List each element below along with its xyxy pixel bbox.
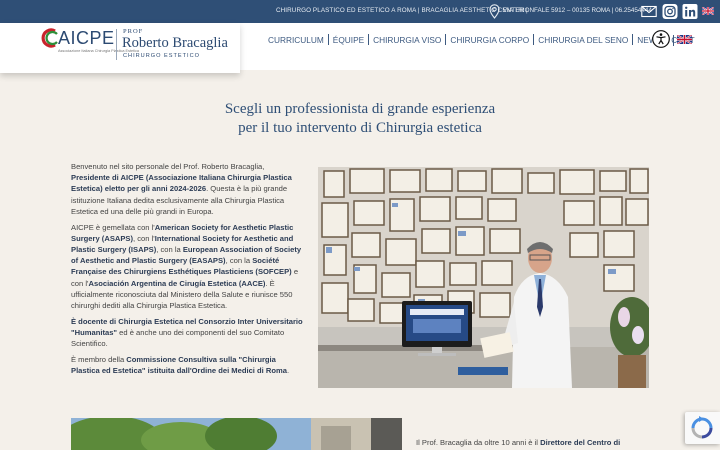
- text-span: Il Prof. Bracaglia da oltre 10 anni è il: [416, 438, 541, 447]
- accessibility-icon[interactable]: [652, 30, 670, 48]
- location-pin-icon: [489, 4, 500, 19]
- intro-paragraph: È membro della Commissione Consultiva su…: [71, 354, 303, 376]
- clinic-exterior-photo: [71, 418, 402, 450]
- nav-separator: [632, 34, 634, 45]
- nav-item-chirurgia-seno[interactable]: CHIRURGIA DEL SENO: [538, 35, 628, 45]
- nav-item-chirurgia-viso[interactable]: CHIRURGIA VISO: [373, 35, 441, 45]
- intro-paragraph: Benvenuto nel sito personale del Prof. R…: [71, 161, 303, 217]
- recaptcha-icon: [691, 416, 713, 439]
- intro-text: Benvenuto nel sito personale del Prof. R…: [71, 161, 303, 381]
- clinic-description-text: Il Prof. Bracaglia da oltre 10 anni è il…: [416, 438, 620, 447]
- nav-separator: [673, 35, 674, 46]
- text-span: .: [286, 365, 290, 375]
- instagram-icon[interactable]: [662, 4, 678, 19]
- logo-name: Roberto Bracaglia: [122, 35, 228, 51]
- logo-brand: AICPE: [58, 28, 115, 48]
- main-nav: CURRICULUM ÉQUIPE CHIRURGIA VISO CHIRURG…: [268, 34, 695, 45]
- nav-separator: [445, 34, 447, 45]
- logo-divider: [116, 29, 117, 60]
- text-strong: Direttore del Centro di: [540, 438, 621, 447]
- top-info-bar: CHIRURGO PLASTICO ED ESTETICO A ROMA | B…: [0, 0, 720, 23]
- nav-separator: [368, 34, 370, 45]
- site-header: AICPE Associazione Italiana Chirurgia Pl…: [0, 23, 720, 73]
- text-span: Benvenuto nel sito personale del Prof. R…: [71, 162, 265, 171]
- page-title-line-1: Scegli un professionista di grande esper…: [224, 101, 496, 117]
- nav-item-chirurgia-corpo[interactable]: CHIRURGIA CORPO: [450, 35, 529, 45]
- linkedin-icon[interactable]: [682, 4, 698, 19]
- text-span: AICPE è gemellata con l': [71, 222, 155, 232]
- text-span: , con l': [133, 233, 155, 243]
- text-span: È membro della: [71, 354, 127, 364]
- intro-paragraph: AICPE è gemellata con l'American Society…: [71, 222, 303, 312]
- recaptcha-badge[interactable]: [685, 412, 720, 444]
- logo-role: CHIRURGO ESTETICO: [123, 53, 200, 59]
- nav-item-equipe[interactable]: ÉQUIPE: [333, 35, 364, 45]
- text-span: , con la: [225, 256, 253, 266]
- text-span: , con la: [156, 244, 183, 254]
- nav-separator: [533, 34, 535, 45]
- doctor-office-photo: [318, 167, 649, 388]
- uk-flag-icon[interactable]: [677, 35, 692, 44]
- text-strong: Asociación Argentina de Cirugía Estetica…: [88, 278, 266, 288]
- mail-icon[interactable]: [641, 4, 657, 19]
- nav-separator: [327, 34, 329, 45]
- nav-item-curriculum[interactable]: CURRICULUM: [268, 35, 324, 45]
- uk-flag-icon[interactable]: [702, 7, 714, 15]
- topbar-address: VIA TRIONFALE 5912 – 00135 ROMA | 06.254…: [503, 7, 652, 14]
- intro-paragraph: È docente di Chirurgia Estetica nel Cons…: [71, 316, 303, 350]
- logo-prof: PROF: [123, 28, 144, 35]
- page-title-line-2: per il tuo intervento di Chirurgia estet…: [238, 120, 482, 136]
- site-logo[interactable]: AICPE Associazione Italiana Chirurgia Pl…: [0, 23, 240, 73]
